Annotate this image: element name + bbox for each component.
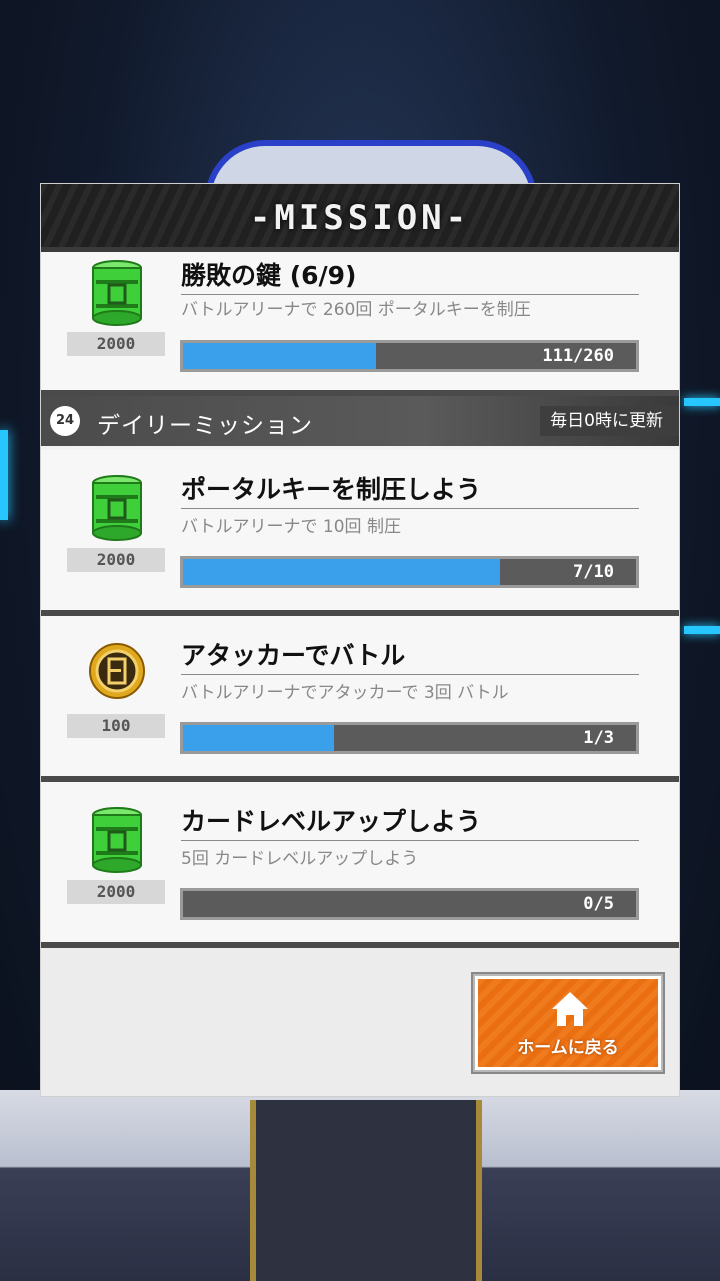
reward-amount: 2000	[67, 880, 165, 904]
progress-fill	[183, 343, 377, 369]
daily-mission-header: 24 デイリーミッション 毎日0時に更新	[41, 396, 679, 450]
home-icon	[552, 992, 588, 1026]
progress-bar: 1/3	[180, 722, 639, 754]
progress-text: 1/3	[583, 728, 614, 748]
home-button[interactable]: ホームに戻る	[475, 976, 661, 1070]
progress-text: 7/10	[573, 562, 614, 582]
green-canister-icon	[92, 260, 142, 326]
mission-card-main[interactable]: 2000 勝敗の鍵 (6/9) バトルアリーナで 260回 ポータルキーを制圧 …	[41, 252, 679, 396]
mission-title: アタッカーでバトル	[181, 636, 639, 675]
reward-amount: 100	[67, 714, 165, 738]
mission-title: 勝敗の鍵 (6/9)	[181, 256, 639, 295]
green-canister-icon	[92, 475, 142, 541]
daily-mission-title: デイリーミッション	[97, 413, 313, 439]
mission-header: -MISSION-	[41, 184, 679, 252]
mission-description: バトルアリーナで 10回 制圧	[181, 517, 401, 537]
neon-strip-right	[684, 398, 720, 406]
home-button-label: ホームに戻る	[517, 1038, 619, 1058]
page-title: -MISSION-	[249, 198, 471, 238]
mission-title: カードレベルアップしよう	[181, 802, 639, 841]
progress-bar: 0/5	[180, 888, 639, 920]
mission-description: バトルアリーナで 260回 ポータルキーを制圧	[181, 300, 531, 320]
progress-fill	[183, 559, 501, 585]
progress-bar: 7/10	[180, 556, 639, 588]
progress-bar: 111/260	[180, 340, 639, 372]
progress-text: 111/260	[542, 346, 614, 366]
reward-amount: 2000	[67, 548, 165, 572]
progress-text: 0/5	[583, 894, 614, 914]
green-canister-icon	[92, 807, 142, 873]
daily-reset-note: 毎日0時に更新	[540, 406, 679, 436]
character-collar	[250, 1100, 482, 1281]
mission-card[interactable]: 100 アタッカーでバトル バトルアリーナでアタッカーで 3回 バトル 1/3	[41, 616, 679, 782]
neon-strip-right-2	[684, 626, 720, 634]
mission-description: 5回 カードレベルアップしよう	[181, 849, 419, 869]
neon-strip-left	[0, 430, 8, 520]
reward-amount: 2000	[67, 332, 165, 356]
mission-card[interactable]: 2000 カードレベルアップしよう 5回 カードレベルアップしよう 0/5	[41, 782, 679, 948]
daily-reset-icon: 24	[50, 406, 80, 436]
mission-title: ポータルキーを制圧しよう	[181, 470, 639, 509]
progress-fill	[183, 725, 334, 751]
mission-description: バトルアリーナでアタッカーで 3回 バトル	[181, 683, 509, 703]
gold-coin-icon	[89, 643, 145, 699]
mission-panel: -MISSION- 2000 勝敗の鍵 (6/9) バトルアリーナで 260回 …	[41, 184, 679, 1096]
mission-card[interactable]: 2000 ポータルキーを制圧しよう バトルアリーナで 10回 制圧 7/10	[41, 450, 679, 616]
